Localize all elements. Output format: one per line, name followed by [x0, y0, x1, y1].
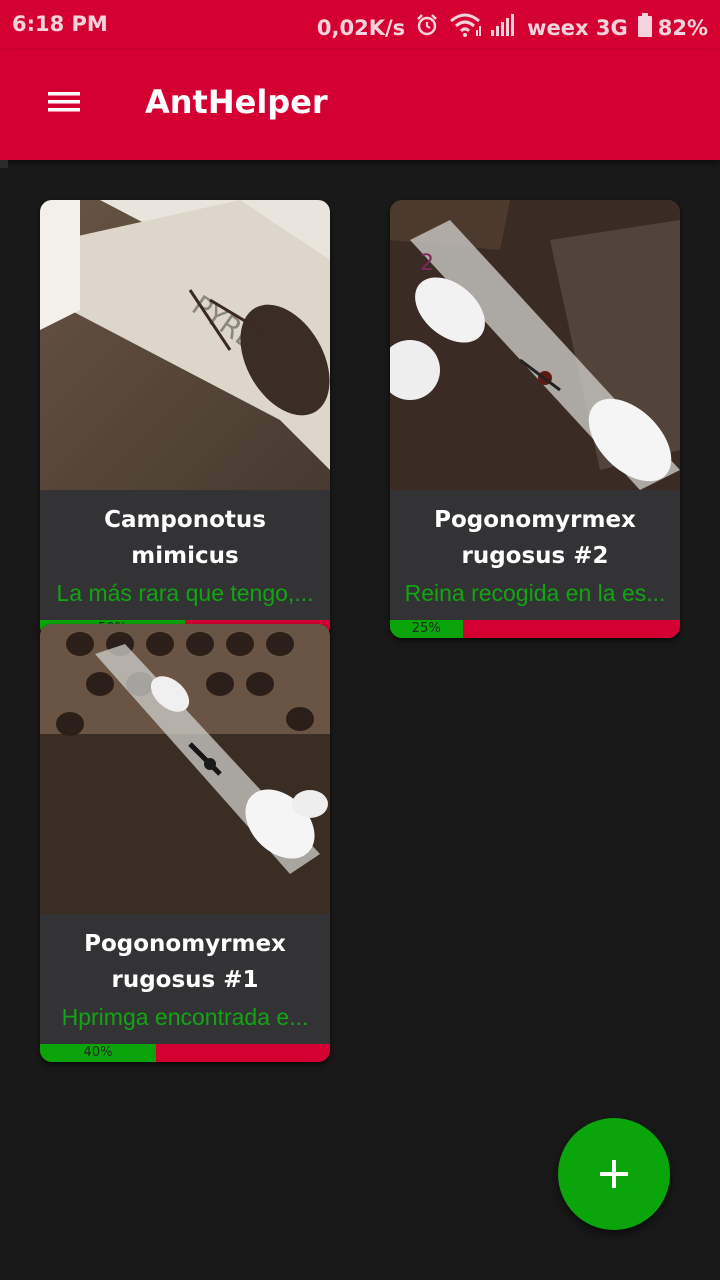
- signal-icon: [491, 14, 517, 41]
- progress-bar: 25%: [390, 620, 680, 638]
- colony-description: Hprimga encontrada e...: [61, 1004, 309, 1030]
- battery-percent: 82%: [657, 15, 708, 40]
- progress-bar: 40%: [40, 1044, 330, 1062]
- card-body: Pogonomyrmex rugosus #2 Reina recogida e…: [390, 490, 680, 620]
- app-title: AntHelper: [145, 83, 328, 121]
- alarm-icon: [415, 13, 439, 42]
- battery-icon: [637, 13, 652, 42]
- card-body: Pogonomyrmex rugosus #1 Hprimga encontra…: [40, 914, 330, 1044]
- colony-name: Pogonomyrmex rugosus #1: [84, 931, 286, 993]
- progress-label: 40%: [83, 1045, 113, 1060]
- progress-label: 25%: [411, 621, 441, 636]
- colony-name: Pogonomyrmex rugosus #2: [434, 507, 636, 569]
- colony-card[interactable]: PYREX Camponotus mimicus La más rara que…: [40, 200, 330, 638]
- carrier-name: weex 3G: [527, 15, 628, 40]
- network-speed: 0,02K/s: [316, 15, 406, 40]
- colony-description: La más rara que tengo,...: [56, 580, 314, 606]
- status-bar: 6:18 PM 0,02K/s weex 3G 82%: [0, 0, 720, 50]
- hamburger-menu-icon: [48, 92, 80, 112]
- colony-photo: PYREX: [40, 200, 330, 490]
- status-time: 6:18 PM: [12, 12, 108, 36]
- card-body: Camponotus mimicus La más rara que tengo…: [40, 490, 330, 620]
- wifi-icon: [449, 12, 482, 43]
- app-bar: AntHelper: [0, 50, 720, 160]
- plus-icon: [600, 1160, 628, 1188]
- colony-photo: [40, 624, 330, 914]
- menu-button[interactable]: [30, 80, 98, 126]
- svg-text:2: 2: [420, 251, 434, 276]
- colony-card[interactable]: 2 Pogonomyrmex rugosus #2 Reina recogida…: [390, 200, 680, 638]
- colony-description: Reina recogida en la es...: [404, 580, 666, 606]
- colony-photo: 2: [390, 200, 680, 490]
- status-right-group: 0,02K/s weex 3G 82%: [307, 12, 708, 43]
- colony-card[interactable]: Pogonomyrmex rugosus #1 Hprimga encontra…: [40, 624, 330, 1062]
- divider: [0, 160, 8, 168]
- add-colony-button[interactable]: [558, 1118, 670, 1230]
- colony-name: Camponotus mimicus: [104, 507, 266, 569]
